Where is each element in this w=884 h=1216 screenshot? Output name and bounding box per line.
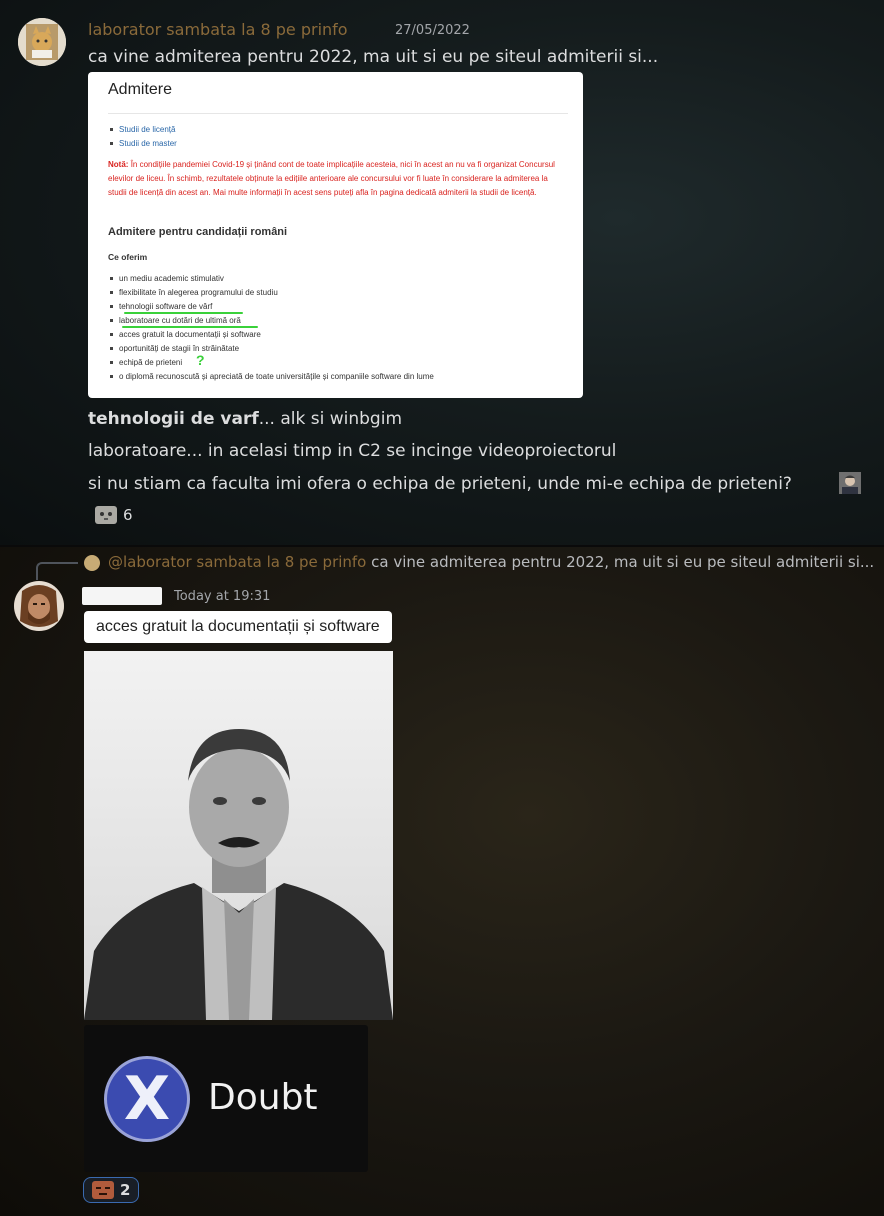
reaction-chip[interactable]: 2 <box>83 1177 140 1203</box>
embed-heading: Admitere pentru candidații români <box>108 226 288 238</box>
embed-link: Studii de licență <box>110 123 177 137</box>
green-underline <box>122 326 258 328</box>
reaction-count: 2 <box>120 1181 131 1199</box>
message-timestamp: Today at 19:31 <box>174 589 271 604</box>
reaction-chip[interactable]: 6 <box>95 506 133 524</box>
reaction-count: 6 <box>123 506 133 524</box>
meme-caption: acces gratuit la documentații și softwar… <box>84 611 392 643</box>
message-text: ca vine admiterea pentru 2022, ma uit si… <box>88 47 659 67</box>
offer-item: un mediu academic stimulativ <box>110 272 434 286</box>
message-line: si nu stiam ca faculta imi ofera o echip… <box>88 474 792 494</box>
redacted-username <box>82 587 162 605</box>
embed-note: Notă: În condițiile pandemiei Covid-19 ș… <box>108 158 568 200</box>
doubt-label: Doubt <box>208 1077 318 1118</box>
man-portrait-image <box>84 651 393 1020</box>
attached-screenshot[interactable]: Admitere Studii de licență Studii de mas… <box>88 72 583 398</box>
embed-link: Studii de master <box>110 137 177 151</box>
message-author[interactable]: laborator sambata la 8 pe prinfo <box>88 20 348 39</box>
x-button-icon: X <box>104 1056 190 1142</box>
attached-photo[interactable] <box>84 651 393 1020</box>
angry-face-emoji-icon <box>92 1181 114 1199</box>
message-timestamp: 27/05/2022 <box>395 23 470 38</box>
reply-avatar-mini <box>84 555 100 571</box>
embed-note-label: Notă: <box>108 160 129 169</box>
embed-note-text: În condițiile pandemiei Covid-19 și ținâ… <box>108 160 555 197</box>
message-line: laboratoare... in acelasi timp in C2 se … <box>88 441 617 461</box>
man-emoji-icon <box>839 472 861 494</box>
message-line-rest: ... alk si winbgim <box>258 409 403 429</box>
green-underline <box>124 312 243 314</box>
green-question-mark: ? <box>196 352 205 368</box>
embed-link-list: Studii de licență Studii de master <box>110 123 177 151</box>
user-avatar-cat[interactable] <box>18 18 66 66</box>
bold-phrase: tehnologii de varf <box>88 409 259 429</box>
cat-face-emoji-icon <box>95 506 117 524</box>
message-line: tehnologii de varf... alk si winbgim <box>88 409 402 429</box>
embed-title: Admitere <box>108 81 173 98</box>
offer-item: oportunități de stagii în străinătate <box>110 342 434 356</box>
embed-offer-list: un mediu academic stimulativ flexibilita… <box>110 272 434 384</box>
cat-avatar-icon <box>18 18 66 66</box>
reply-connector <box>36 562 78 580</box>
message-original: laborator sambata la 8 pe prinfo 27/05/2… <box>0 0 884 545</box>
user-avatar-warrior[interactable] <box>14 581 64 631</box>
doubt-meme-image[interactable]: X Doubt <box>84 1025 368 1172</box>
warrior-avatar-icon <box>14 581 64 631</box>
message-reply: @laborator sambata la 8 pe prinfo ca vin… <box>0 545 884 1216</box>
reply-mention[interactable]: @laborator sambata la 8 pe prinfo <box>108 553 366 571</box>
offer-item: echipă de prieteni <box>110 356 434 370</box>
offer-item: acces gratuit la documentații și softwar… <box>110 328 434 342</box>
embed-subheading: Ce oferim <box>108 252 148 262</box>
offer-item: o diplomă recunoscută și apreciată de to… <box>110 370 434 384</box>
offer-item: flexibilitate în alegerea programului de… <box>110 286 434 300</box>
reply-preview-text: ca vine admiterea pentru 2022, ma uit si… <box>371 553 875 571</box>
reply-preview[interactable]: @laborator sambata la 8 pe prinfo ca vin… <box>108 553 874 571</box>
embed-divider <box>108 113 568 114</box>
